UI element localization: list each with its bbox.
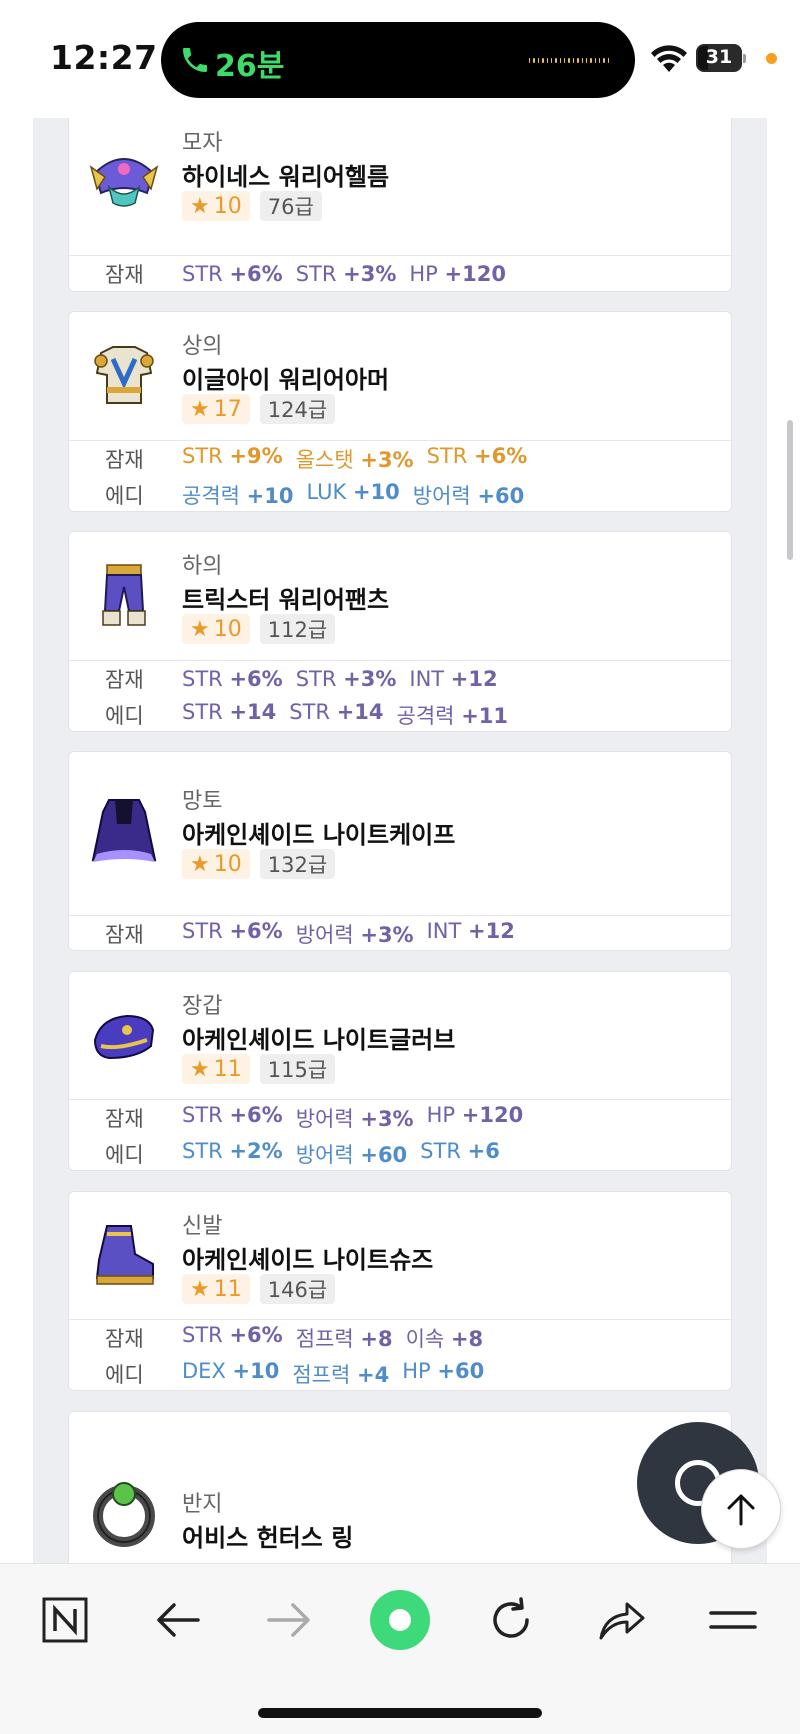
item-name: 트릭스터 워리어팬츠: [182, 586, 390, 614]
starforce-badge: ★ 10: [182, 849, 250, 879]
item-name: 이글아이 워리어아머: [182, 366, 390, 394]
phone-icon: [183, 48, 207, 72]
green-dot-button[interactable]: [370, 1590, 430, 1650]
call-duration: 26분: [215, 49, 285, 84]
starforce-badge: ★ 11: [182, 1054, 250, 1084]
star-icon: ★: [190, 396, 210, 422]
level-badge: 132급: [259, 849, 336, 879]
browser-toolbar: [0, 1563, 800, 1734]
starforce-badge: ★ 10: [182, 191, 250, 221]
level-badge: 146급: [259, 1274, 336, 1304]
wifi-icon: [651, 45, 687, 72]
equipment-card-ring[interactable]: 반지 어비스 헌터스 링: [68, 1411, 732, 1571]
item-category: 상의: [182, 334, 223, 359]
starforce-badge: ★ 11: [182, 1274, 250, 1304]
starforce-badge: ★ 10: [182, 614, 250, 644]
option-row-potential: 잠재 STR +6% 방어력 +3% HP +120: [105, 1103, 524, 1131]
back-button[interactable]: [148, 1590, 208, 1650]
level-badge: 76급: [259, 191, 322, 221]
item-category: 망토: [182, 789, 223, 814]
arrow-right-icon: [267, 1603, 310, 1637]
option-row-additional: 에디 DEX +10 점프력 +4 HP +60: [105, 1359, 485, 1387]
forward-button[interactable]: [259, 1590, 319, 1650]
option-row-additional: 에디 STR +2% 방어력 +60 STR +6: [105, 1139, 500, 1167]
item-category: 장갑: [182, 994, 223, 1019]
equipment-card-bottom[interactable]: 하의 트릭스터 워리어팬츠 ★ 10 112급 잠재 STR +6% STR +3…: [68, 531, 732, 732]
item-category: 신발: [182, 1214, 223, 1239]
ring-icon: [93, 1482, 155, 1547]
green-dot-icon: [370, 1590, 430, 1650]
option-row-potential: 잠재 STR +6% 점프력 +8 이속 +8: [105, 1323, 484, 1351]
glove-icon: [93, 1014, 155, 1060]
item-name: 아케인셰이드 나이트글러브: [182, 1026, 456, 1054]
star-icon: ★: [190, 193, 210, 219]
starforce-badge: ★ 17: [182, 394, 250, 424]
arrow-left-icon: [157, 1603, 200, 1637]
item-name: 아케인셰이드 나이트슈즈: [182, 1246, 434, 1274]
level-badge: 124급: [259, 394, 336, 424]
naver-n-icon: [42, 1597, 88, 1643]
star-icon: ★: [190, 1056, 210, 1082]
option-row-potential: 잠재 STR +9% 올스탯 +3% STR +6%: [105, 444, 528, 472]
cape-icon: [91, 799, 157, 862]
arrow-up-icon: [727, 1494, 755, 1526]
status-bar: 12:27 26분 31: [0, 0, 800, 118]
battery-icon: 31: [696, 44, 746, 72]
option-row-potential: 잠재 STR +6% 방어력 +3% INT +12: [105, 919, 515, 947]
star-icon: ★: [190, 616, 210, 642]
star-icon: ★: [190, 1276, 210, 1302]
scroll-to-top-button[interactable]: [701, 1469, 781, 1549]
audio-wave-icon: [529, 56, 610, 64]
shoes-icon: [95, 1225, 154, 1285]
item-category: 하의: [182, 554, 223, 579]
privacy-indicator-dot: [766, 53, 777, 64]
menu-button[interactable]: [703, 1590, 763, 1650]
item-name: 아케인셰이드 나이트케이프: [182, 821, 456, 849]
share-icon: [599, 1602, 645, 1640]
share-button[interactable]: [592, 1590, 652, 1650]
helmet-icon: [89, 158, 159, 207]
pants-icon: [102, 564, 146, 626]
item-category: 모자: [182, 131, 223, 156]
option-row-additional: 에디 공격력 +10 LUK +10 방어력 +60: [105, 480, 525, 508]
equipment-card-gloves[interactable]: 장갑 아케인셰이드 나이트글러브 ★ 11 115급 잠재 STR +6% 방어력…: [68, 971, 732, 1171]
equipment-card-shoes[interactable]: 신발 아케인셰이드 나이트슈즈 ★ 11 146급 잠재 STR +6% 점프력 …: [68, 1191, 732, 1391]
clock: 12:27: [50, 38, 158, 77]
equipment-card-hat[interactable]: 모자 하이네스 워리어헬름 ★ 10 76급 잠재 STR +6% STR +3%…: [68, 112, 732, 292]
option-row-additional: 에디 STR +14 STR +14 공격력 +11: [105, 700, 509, 728]
equipment-card-cape[interactable]: 망토 아케인셰이드 나이트케이프 ★ 10 132급 잠재 STR +6% 방어력…: [68, 751, 732, 951]
equipment-card-top[interactable]: 상의 이글아이 워리어아머 ★ 17 124급 잠재 STR +9% 올스탯 +3…: [68, 311, 732, 512]
item-name: 어비스 헌터스 링: [182, 1524, 354, 1552]
level-badge: 112급: [259, 614, 336, 644]
armor-icon: [94, 346, 154, 404]
naver-home-button[interactable]: [35, 1590, 95, 1650]
hamburger-menu-icon: [709, 1611, 757, 1629]
scrollbar-thumb[interactable]: [787, 420, 793, 560]
level-badge: 115급: [259, 1054, 336, 1084]
star-icon: ★: [190, 851, 210, 877]
option-row-potential: 잠재 STR +6% STR +3% INT +12: [105, 667, 498, 692]
reload-button[interactable]: [481, 1590, 541, 1650]
reload-icon: [493, 1597, 529, 1638]
item-name: 하이네스 워리어헬름: [182, 163, 390, 191]
option-row-potential: 잠재 STR +6% STR +3% HP +120: [105, 262, 506, 287]
home-indicator[interactable]: [258, 1708, 542, 1718]
dynamic-island[interactable]: 26분: [161, 22, 635, 98]
item-category: 반지: [182, 1492, 223, 1517]
